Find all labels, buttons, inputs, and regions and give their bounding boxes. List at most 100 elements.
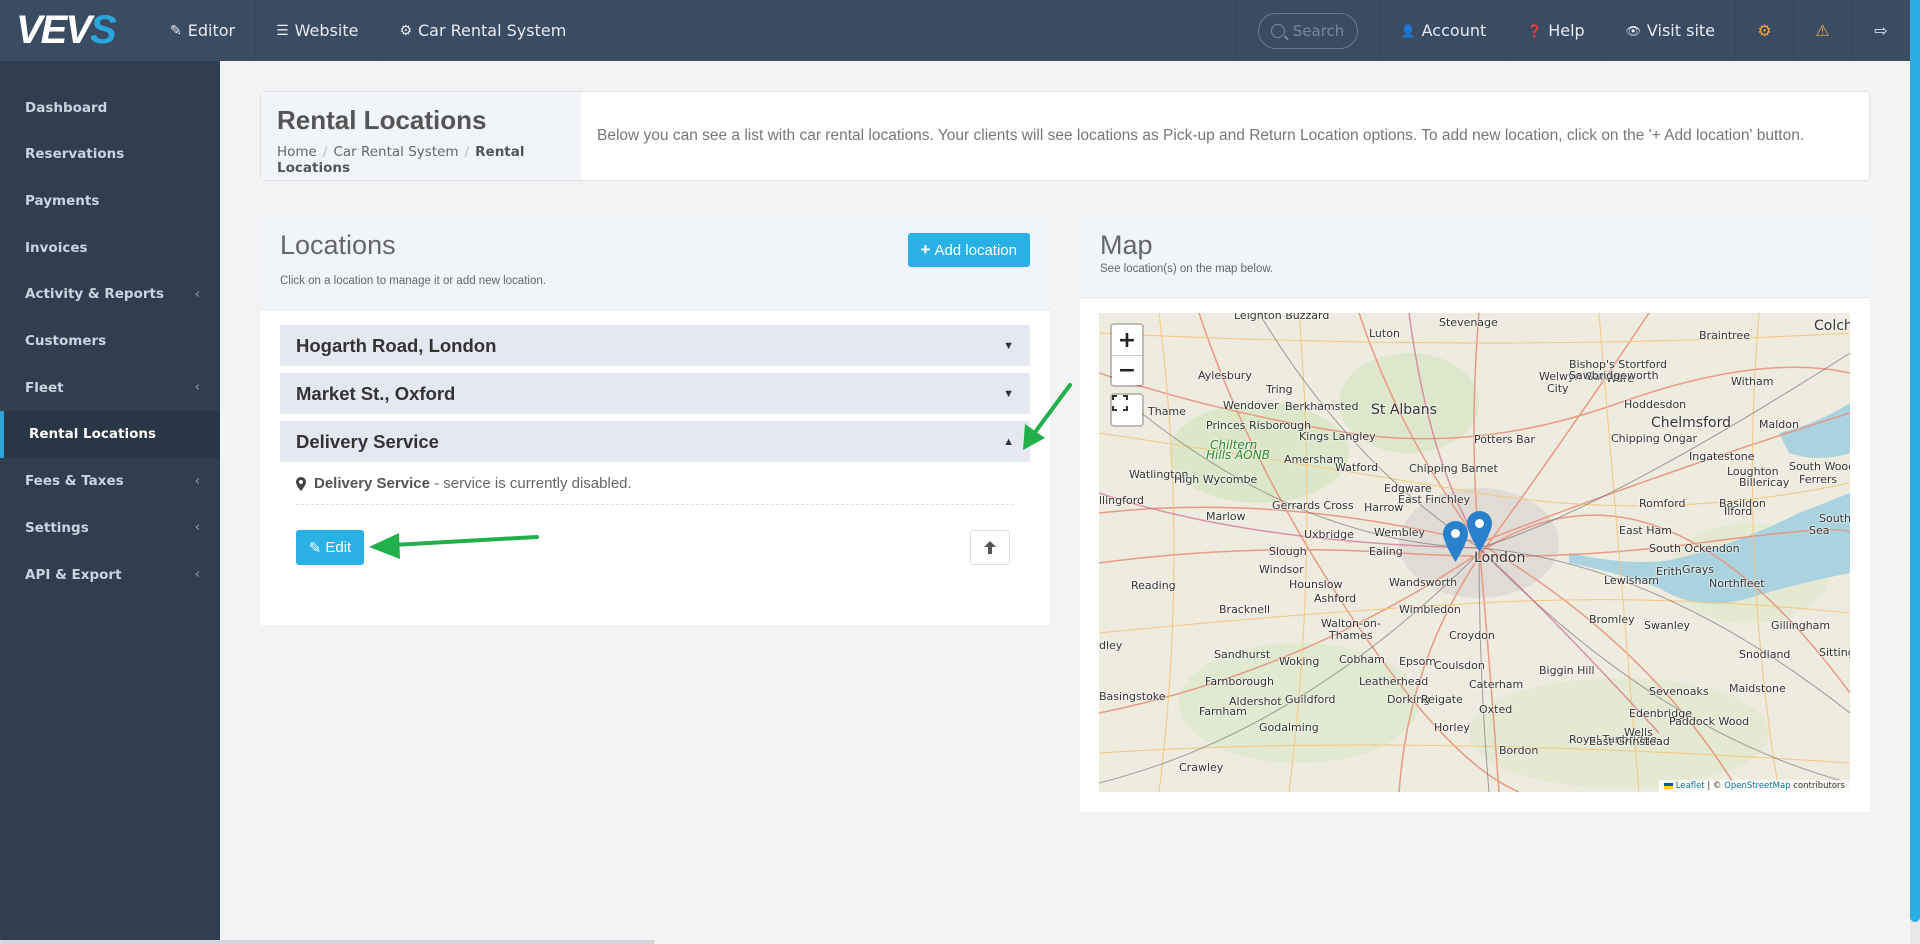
map-place-label: Leighton Buzzard bbox=[1234, 313, 1330, 322]
nav-website-label: Website bbox=[294, 21, 359, 40]
sidebar-item-fees-taxes[interactable]: Fees & Taxes ‹ bbox=[0, 458, 220, 505]
map-place-label: Witham bbox=[1731, 375, 1774, 388]
eye-icon: 👁 bbox=[1625, 23, 1641, 38]
nav-account[interactable]: 👤 Account bbox=[1381, 0, 1508, 61]
map-place-label: Croydon bbox=[1449, 629, 1495, 642]
map-place-label: llingford bbox=[1099, 494, 1145, 507]
horizontal-scrollbar[interactable] bbox=[0, 940, 1910, 944]
map-place-label: Godalming bbox=[1259, 721, 1319, 734]
map-place-label: Tring bbox=[1266, 383, 1293, 396]
osm-link[interactable]: OpenStreetMap bbox=[1724, 781, 1790, 791]
sidebar-item-label: Fleet bbox=[25, 379, 64, 396]
chevron-left-icon: ‹ bbox=[194, 473, 200, 489]
map-place-label: Bracknell bbox=[1219, 603, 1271, 616]
page-header-title-area: Rental Locations Home / Car Rental System /… bbox=[261, 92, 581, 180]
map-place-label: Hills AONB bbox=[1206, 448, 1270, 462]
map-place-label: Wimbledon bbox=[1399, 603, 1461, 616]
warning-icon: ⚠ bbox=[1815, 21, 1830, 40]
map-place-label: Gillingham bbox=[1771, 619, 1831, 632]
gear-icon: ⚙ bbox=[399, 22, 412, 39]
map-place-label: City bbox=[1547, 382, 1569, 395]
vevs-logo[interactable]: VEV S bbox=[0, 0, 150, 61]
nav-visit-site[interactable]: 👁 Visit site bbox=[1606, 0, 1736, 61]
map-place-label: Gerrards Cross bbox=[1272, 499, 1354, 512]
map-view[interactable]: Leighton Buzzard Luton Stevenage Bishop's S… bbox=[1099, 313, 1850, 792]
map-marker[interactable] bbox=[1467, 511, 1492, 552]
warning-button[interactable]: ⚠ bbox=[1794, 0, 1852, 61]
map-marker[interactable] bbox=[1443, 521, 1468, 562]
detail-status-text: - service is currently disabled. bbox=[434, 475, 632, 492]
sidebar-item-label: Reservations bbox=[25, 146, 125, 163]
map-place-label: Ferrers bbox=[1799, 473, 1838, 486]
nav-website[interactable]: ☰ Website bbox=[256, 0, 380, 61]
map-title: Map bbox=[1100, 230, 1153, 260]
location-item-delivery-service[interactable]: Delivery Service ▲ bbox=[280, 421, 1030, 462]
plus-icon: + bbox=[920, 240, 931, 259]
breadcrumb-home[interactable]: Home bbox=[277, 144, 317, 160]
question-icon: ❓ bbox=[1527, 23, 1543, 38]
logout-button[interactable]: ⇨ bbox=[1852, 0, 1910, 61]
logout-icon: ⇨ bbox=[1874, 21, 1888, 40]
sidebar-item-api-export[interactable]: API & Export ‹ bbox=[0, 551, 220, 598]
leaflet-link[interactable]: Leaflet bbox=[1676, 781, 1705, 791]
move-up-button[interactable] bbox=[970, 530, 1010, 565]
edit-label: Edit bbox=[325, 539, 352, 556]
top-navbar: VEV S ✎ Editor ☰ Website ⚙ Car Rental System… bbox=[0, 0, 1910, 61]
nav-editor[interactable]: ✎ Editor bbox=[150, 0, 257, 61]
map-place-label: Caterham bbox=[1469, 678, 1524, 691]
scrollbar-thumb[interactable] bbox=[0, 940, 655, 944]
map-place-label: Bordon bbox=[1499, 744, 1539, 757]
map-place-label: Oxted bbox=[1479, 703, 1513, 716]
caret-up-icon: ▲ bbox=[1003, 435, 1014, 448]
nav-help[interactable]: ❓ Help bbox=[1507, 0, 1606, 61]
attribution-separator: | © bbox=[1704, 781, 1725, 791]
map-place-label: Berkhamsted bbox=[1285, 400, 1359, 413]
sidebar-item-rental-locations[interactable]: Rental Locations bbox=[0, 410, 220, 458]
map-place-label: Sittingbourne bbox=[1819, 646, 1850, 659]
map-place-label: Reading bbox=[1131, 579, 1176, 592]
map-place-label: Reigate bbox=[1421, 693, 1463, 706]
map-place-label: Marlow bbox=[1206, 510, 1246, 523]
list-icon: ☰ bbox=[276, 22, 289, 39]
sidebar-item-invoices[interactable]: Invoices bbox=[0, 224, 220, 271]
map-place-label: Ilford bbox=[1724, 505, 1753, 518]
location-item-hogarth-road[interactable]: Hogarth Road, London ▼ bbox=[280, 325, 1030, 366]
fullscreen-button[interactable] bbox=[1112, 395, 1142, 425]
map-place-label: Ingatestone bbox=[1689, 450, 1755, 463]
map-place-label: Bromley bbox=[1589, 613, 1635, 626]
settings-button[interactable]: ⚙ bbox=[1736, 0, 1794, 61]
map-place-label: Horley bbox=[1434, 721, 1470, 734]
map-place-label: Guildford bbox=[1285, 693, 1336, 706]
nav-car-rental-label: Car Rental System bbox=[418, 21, 567, 40]
map-place-label: Snodland bbox=[1739, 648, 1791, 661]
map-panel: Map See location(s) on the map below. Le… bbox=[1080, 216, 1870, 812]
pencil-icon: ✎ bbox=[170, 22, 182, 39]
sidebar-item-dashboard[interactable]: Dashboard bbox=[0, 84, 220, 131]
map-place-label: Watford bbox=[1335, 461, 1379, 474]
edit-button[interactable]: ✎ Edit bbox=[296, 530, 364, 565]
sidebar-item-label: Settings bbox=[25, 519, 89, 536]
add-location-button[interactable]: + Add location bbox=[907, 233, 1030, 267]
sidebar-item-payments[interactable]: Payments bbox=[0, 177, 220, 224]
location-item-market-st[interactable]: Market St., Oxford ▼ bbox=[280, 373, 1030, 414]
sidebar-item-label: Dashboard bbox=[25, 99, 108, 116]
logo-accent: S bbox=[90, 8, 117, 52]
scrollbar-thumb[interactable] bbox=[1910, 0, 1920, 922]
sidebar-item-reservations[interactable]: Reservations bbox=[0, 131, 220, 178]
sidebar-item-fleet[interactable]: Fleet ‹ bbox=[0, 364, 220, 411]
map-place-label: Chipping Barnet bbox=[1409, 462, 1498, 475]
sidebar: Dashboard Reservations Payments Invoices Act… bbox=[0, 61, 220, 944]
vertical-scrollbar[interactable] bbox=[1910, 0, 1920, 944]
map-place-label: Crawley bbox=[1179, 761, 1224, 774]
zoom-out-button[interactable]: − bbox=[1112, 355, 1142, 385]
nav-car-rental-system[interactable]: ⚙ Car Rental System bbox=[379, 0, 586, 61]
zoom-in-button[interactable]: + bbox=[1112, 325, 1142, 355]
sidebar-item-settings[interactable]: Settings ‹ bbox=[0, 504, 220, 551]
breadcrumb-car-rental-system[interactable]: Car Rental System bbox=[333, 144, 458, 160]
sidebar-item-activity-reports[interactable]: Activity & Reports ‹ bbox=[0, 271, 220, 318]
search-input[interactable]: Search bbox=[1257, 12, 1358, 49]
map-place-label: London bbox=[1474, 550, 1526, 566]
logo-text: VEV bbox=[16, 8, 92, 52]
sidebar-item-customers[interactable]: Customers bbox=[0, 318, 220, 365]
locations-subtitle: Click on a location to manage it or add … bbox=[280, 275, 546, 287]
